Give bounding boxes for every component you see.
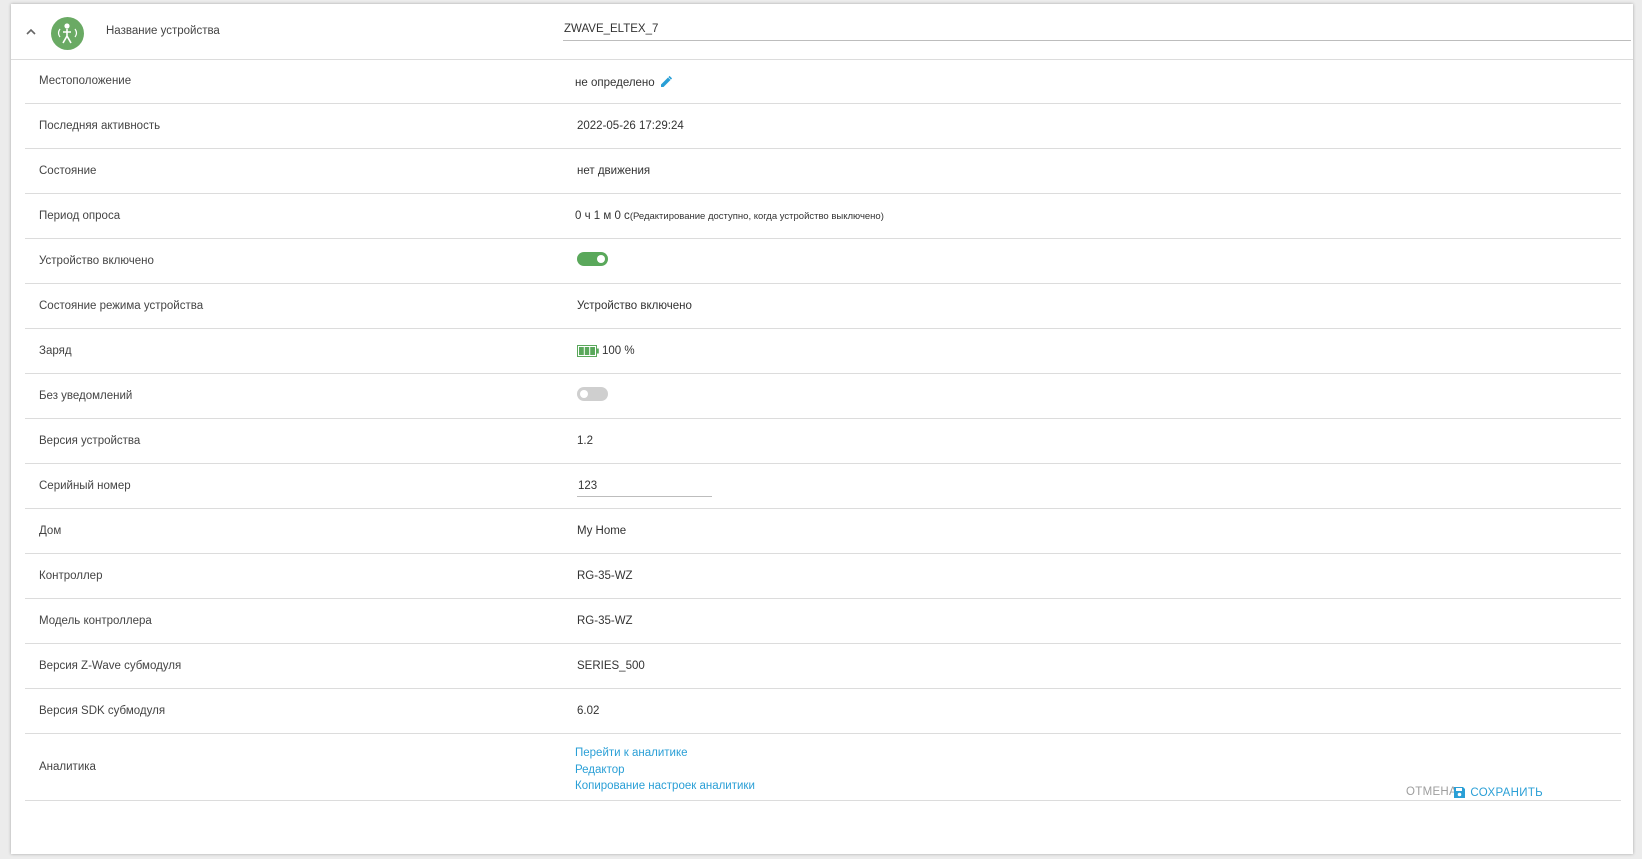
device-name-value: ZWAVE_ELTEX_7 xyxy=(564,23,659,35)
last-activity-label: Последняя активность xyxy=(39,120,161,132)
location-value: не определено xyxy=(575,75,673,92)
state-label: Состояние xyxy=(39,165,97,177)
serial-label: Серийный номер xyxy=(39,480,131,492)
serial-input[interactable]: 123 xyxy=(577,479,712,497)
row-state: Состояние нет движения xyxy=(25,149,1621,194)
controller-model-label: Модель контроллера xyxy=(39,615,152,627)
row-charge: Заряд 100 % xyxy=(25,329,1621,374)
device-name-input[interactable]: ZWAVE_ELTEX_7 xyxy=(563,22,1631,41)
poll-period-value: 0 ч 1 м 0 с(Редактирование доступно, ког… xyxy=(575,210,884,222)
poll-period-text: 0 ч 1 м 0 с xyxy=(575,210,630,222)
location-text: не определено xyxy=(575,77,655,89)
device-card: Название устройства ZWAVE_ELTEX_7 Местоп… xyxy=(11,4,1633,854)
poll-period-label: Период опроса xyxy=(39,210,121,222)
charge-label: Заряд xyxy=(39,345,72,357)
row-controller: Контроллер RG-35-WZ xyxy=(25,554,1621,599)
save-floppy-icon xyxy=(1454,787,1466,798)
mode-state-value: Устройство включено xyxy=(577,300,692,312)
controller-label: Контроллер xyxy=(39,570,103,582)
toggle-knob xyxy=(580,390,588,398)
sdk-version-value: 6.02 xyxy=(577,705,600,717)
no-notifications-label: Без уведомлений xyxy=(39,390,133,402)
charge-value: 100 % xyxy=(577,345,635,360)
sdk-version-label: Версия SDK субмодуля xyxy=(39,705,166,717)
controller-model-value: RG-35-WZ xyxy=(577,615,633,627)
row-home: Дом My Home xyxy=(25,509,1621,554)
row-no-notifications: Без уведомлений xyxy=(25,374,1621,419)
save-button[interactable]: СОХРАНИТЬ xyxy=(1453,786,1543,799)
device-enabled-label: Устройство включено xyxy=(39,255,154,267)
state-value: нет движения xyxy=(577,165,651,177)
zwave-version-label: Версия Z-Wave субмодуля xyxy=(39,660,182,672)
row-controller-model: Модель контроллера RG-35-WZ xyxy=(25,599,1621,644)
serial-value: 123 xyxy=(578,480,598,492)
device-version-value: 1.2 xyxy=(577,435,593,447)
row-mode-state: Состояние режима устройства Устройство в… xyxy=(25,284,1621,329)
device-enabled-toggle[interactable] xyxy=(577,252,608,266)
device-header: Название устройства ZWAVE_ELTEX_7 xyxy=(11,4,1633,60)
row-last-activity: Последняя активность 2022-05-26 17:29:24 xyxy=(25,104,1621,149)
row-device-version: Версия устройства 1.2 xyxy=(25,419,1621,464)
battery-icon xyxy=(577,345,599,360)
save-label: СОХРАНИТЬ xyxy=(1470,787,1543,799)
chevron-up-icon[interactable] xyxy=(24,25,38,39)
no-notifications-toggle[interactable] xyxy=(577,387,608,401)
toggle-knob xyxy=(597,255,605,263)
device-version-label: Версия устройства xyxy=(39,435,141,447)
device-properties-table: Местоположение не определено Последняя а… xyxy=(25,59,1621,801)
device-name-label: Название устройства xyxy=(106,25,220,37)
charge-text: 100 % xyxy=(602,345,635,357)
poll-period-hint: (Редактирование доступно, когда устройст… xyxy=(629,211,884,222)
row-poll-period: Период опроса 0 ч 1 м 0 с(Редактирование… xyxy=(25,194,1621,239)
form-footer: ОТМЕНА СОХРАНИТЬ xyxy=(11,774,1633,814)
controller-link[interactable]: RG-35-WZ xyxy=(577,570,633,582)
row-device-enabled: Устройство включено xyxy=(25,239,1621,284)
edit-pencil-icon[interactable] xyxy=(659,75,673,92)
cancel-button[interactable]: ОТМЕНА xyxy=(1406,786,1457,798)
row-zwave-version: Версия Z-Wave субмодуля SERIES_500 xyxy=(25,644,1621,689)
last-activity-value: 2022-05-26 17:29:24 xyxy=(577,120,684,132)
row-sdk-version: Версия SDK субмодуля 6.02 xyxy=(25,689,1621,734)
row-serial: Серийный номер 123 xyxy=(25,464,1621,509)
go-to-analytics-link[interactable]: Перейти к аналитике xyxy=(575,745,755,762)
home-label: Дом xyxy=(39,525,62,537)
motion-sensor-icon xyxy=(51,17,84,50)
home-link[interactable]: My Home xyxy=(577,525,626,537)
analytics-label: Аналитика xyxy=(39,761,96,773)
row-location: Местоположение не определено xyxy=(25,59,1621,104)
zwave-version-value: SERIES_500 xyxy=(577,660,645,672)
mode-state-label: Состояние режима устройства xyxy=(39,300,204,312)
location-label: Местоположение xyxy=(39,75,132,87)
